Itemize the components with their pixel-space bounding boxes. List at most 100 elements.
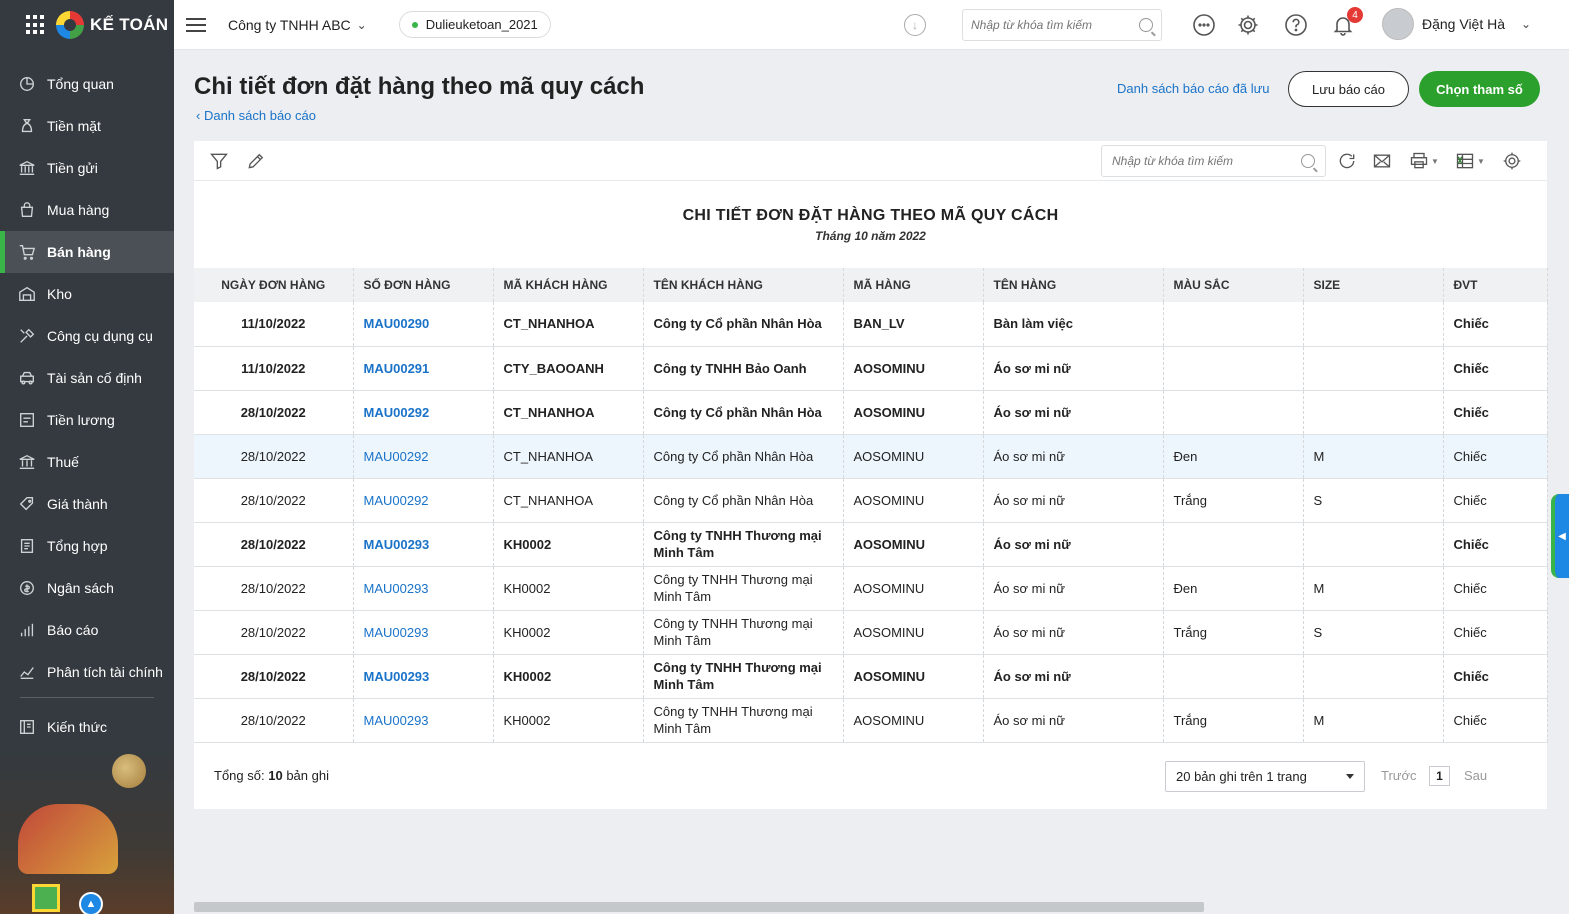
order-number-link[interactable]: MAU00292 [353,390,494,435]
order-number-link[interactable]: MAU00293 [353,698,494,743]
excel-export-icon[interactable]: ▼ [1452,150,1488,172]
table-cell [1163,654,1304,699]
bell-icon[interactable]: 4 [1331,7,1363,37]
search-icon[interactable] [1139,18,1153,32]
order-number-link[interactable]: MAU00292 [353,478,494,523]
table-row[interactable]: 28/10/2022 MAU00293 KH0002 Công ty TNHH Thư… [194,566,1548,611]
refresh-icon[interactable] [1336,150,1358,172]
logo[interactable]: KẾ TOÁN [56,11,168,39]
help-icon[interactable] [1284,13,1308,37]
company-selector[interactable]: Công ty TNHH ABC ⌄ [228,17,367,33]
print-icon[interactable]: ▼ [1406,150,1442,172]
table-cell: KH0002 [493,610,644,655]
column-header[interactable]: SỐ ĐƠN HÀNG [353,268,494,302]
report-title: CHI TIẾT ĐƠN ĐẶT HÀNG THEO MÃ QUY CÁCH [682,207,1059,224]
column-header[interactable]: MÃ HÀNG [843,268,984,302]
order-number-link[interactable]: MAU00293 [353,566,494,611]
column-header[interactable]: NGÀY ĐƠN HÀNG [194,268,354,302]
settings-icon[interactable] [1501,150,1523,172]
table-cell: Áo sơ mi nữ [983,346,1164,391]
report-search-input[interactable] [1112,154,1301,168]
sidebar-item-12[interactable]: Ngân sách [0,567,174,609]
sidebar-item-4[interactable]: Bán hàng [0,231,174,273]
database-chip[interactable]: Dulieuketoan_2021 [398,11,551,38]
gear-icon[interactable] [1236,13,1260,37]
sidebar-item-14[interactable]: Phân tích tài chính [0,651,174,693]
table-row[interactable]: 28/10/2022 MAU00293 KH0002 Công ty TNHH Thư… [194,610,1548,655]
horizontal-scrollbar[interactable] [194,902,1204,912]
choose-params-button[interactable]: Chọn tham số [1419,71,1540,107]
order-number-link[interactable]: MAU00293 [353,654,494,699]
sidebar-item-13[interactable]: Báo cáo [0,609,174,651]
sidebar-item-label: Báo cáo [47,622,99,638]
current-page[interactable]: 1 [1429,766,1450,786]
download-icon[interactable]: ↓ [904,14,926,36]
order-number-link[interactable]: MAU00290 [353,302,494,347]
order-number-link[interactable]: MAU00293 [353,522,494,567]
column-header[interactable]: MÀU SẮC [1163,268,1304,302]
save-report-button[interactable]: Lưu báo cáo [1288,71,1409,107]
order-number-link[interactable]: MAU00293 [353,610,494,655]
more-options-icon[interactable] [1192,13,1216,37]
table-cell [1303,654,1444,699]
table-row[interactable]: 11/10/2022 MAU00291 CTY_BAOOANH Công ty TNH… [194,346,1548,391]
search-icon[interactable] [1301,154,1315,168]
column-header[interactable]: TÊN KHÁCH HÀNG [643,268,844,302]
global-search-input[interactable] [971,18,1139,32]
sidebar-item-2[interactable]: Tiền gửi [0,147,174,189]
table-cell: M [1303,698,1444,743]
edit-icon[interactable] [245,150,267,172]
side-panel-toggle[interactable]: ◀ [1551,494,1569,578]
table-cell: AOSOMINU [843,346,984,391]
sidebar-item-8[interactable]: Tiền lương [0,399,174,441]
filter-icon[interactable] [208,150,230,172]
table-row[interactable]: 28/10/2022 MAU00293 KH0002 Công ty TNHH Thư… [194,654,1548,699]
table-row[interactable]: 28/10/2022 MAU00293 KH0002 Công ty TNHH Thư… [194,522,1548,567]
column-header[interactable]: MÃ KHÁCH HÀNG [493,268,644,302]
sidebar-item-6[interactable]: Công cụ dụng cụ [0,315,174,357]
table-row[interactable]: 11/10/2022 MAU00290 CT_NHANHOA Công ty Cổ p… [194,302,1548,347]
order-number-link[interactable]: MAU00291 [353,346,494,391]
sidebar-item-label: Tổng hợp [47,538,108,554]
sidebar-item-7[interactable]: Tài sản cố định [0,357,174,399]
chart-pie-icon [18,75,36,93]
gift-icon[interactable] [32,884,60,912]
table-cell: 28/10/2022 [194,566,354,611]
next-page-button[interactable]: Sau [1464,768,1487,783]
table-row[interactable]: 28/10/2022 MAU00292 CT_NHANHOA Công ty Cổ p… [194,390,1548,435]
table-row[interactable]: 28/10/2022 MAU00292 CT_NHANHOA Công ty Cổ p… [194,434,1548,479]
sidebar-item-1[interactable]: Tiền mặt [0,105,174,147]
sidebar-item-0[interactable]: Tổng quan [0,63,174,105]
column-header[interactable]: ĐVT [1443,268,1548,302]
table-row[interactable]: 28/10/2022 MAU00293 KH0002 Công ty TNHH Thư… [194,698,1548,743]
scroll-up-button[interactable]: ▲ [79,892,103,914]
table-cell: CT_NHANHOA [493,302,644,347]
page-size-select[interactable]: 20 bản ghi trên 1 trang [1165,761,1365,792]
sidebar-item-11[interactable]: Tổng hợp [0,525,174,567]
notification-badge: 4 [1347,7,1363,23]
email-icon[interactable] [1371,150,1393,172]
sidebar: KẾ TOÁN Tổng quan Tiền mặt Tiền gửi Mua hàn… [0,0,174,914]
sidebar-item-9[interactable]: Thuế [0,441,174,483]
column-header[interactable]: SIZE [1303,268,1444,302]
table-row[interactable]: 28/10/2022 MAU00292 CT_NHANHOA Công ty Cổ p… [194,478,1548,523]
sidebar-item-3[interactable]: Mua hàng [0,189,174,231]
order-number-link[interactable]: MAU00292 [353,434,494,479]
back-link[interactable]: ‹ Danh sách báo cáo [196,108,316,123]
table-cell: Chiếc [1443,346,1548,391]
column-header[interactable]: TÊN HÀNG [983,268,1164,302]
user-menu[interactable]: Đặng Việt Hà ⌄ [1382,8,1531,40]
saved-reports-link[interactable]: Danh sách báo cáo đã lưu [1117,81,1270,96]
table-cell: Trắng [1163,478,1304,523]
report-search [1101,145,1326,177]
menu-toggle-icon[interactable] [186,17,206,32]
table-cell: Trắng [1163,610,1304,655]
sidebar-item-5[interactable]: Kho [0,273,174,315]
sidebar-item-knowledge[interactable]: Kiến thức [0,706,174,748]
festival-decoration: ▲ [0,744,174,914]
app-grid-icon[interactable] [26,15,46,35]
prev-page-button[interactable]: Trước [1381,768,1417,783]
table-cell: KH0002 [493,654,644,699]
table-cell: Chiếc [1443,522,1548,567]
sidebar-item-10[interactable]: Giá thành [0,483,174,525]
